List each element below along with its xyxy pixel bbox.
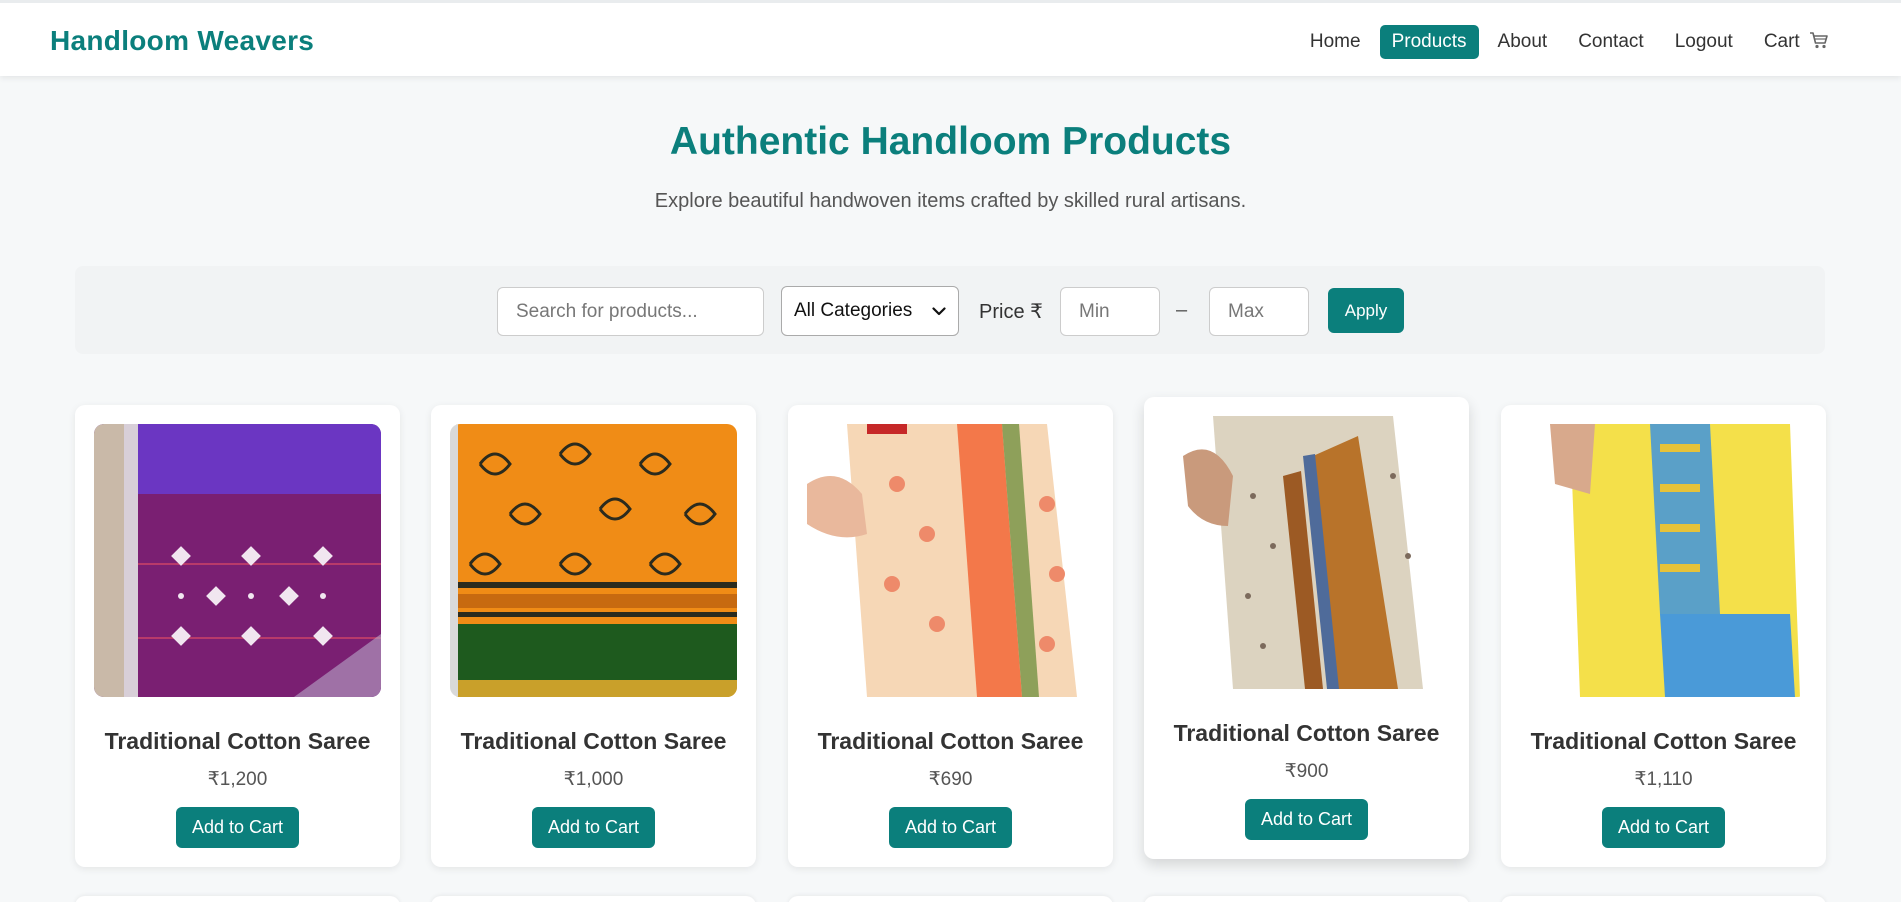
product-price: ₹1,000	[563, 769, 624, 790]
peach-saree-image[interactable]	[807, 424, 1094, 697]
product-name[interactable]: Traditional Cotton Saree	[431, 728, 756, 755]
nav-link-products[interactable]: Products	[1379, 25, 1479, 59]
chevron-down-icon	[932, 306, 946, 315]
beige-saree-image[interactable]	[1163, 416, 1450, 689]
add-to-cart-button[interactable]: Add to Cart	[889, 807, 1012, 848]
product-card: Traditional Cotton Saree ₹1,200 Add to C…	[75, 405, 400, 867]
product-card-partial	[431, 896, 756, 902]
nav-link-about[interactable]: About	[1486, 25, 1560, 59]
product-card-partial	[1501, 896, 1826, 902]
page-title: Authentic Handloom Products	[669, 120, 1232, 163]
product-price: ₹690	[928, 769, 973, 790]
category-selected-value: All Categories	[794, 300, 913, 321]
purple-saree-image[interactable]	[94, 424, 381, 697]
top-navbar: Handloom Weavers Home Products About Con…	[0, 0, 1901, 76]
cart-label: Cart	[1763, 31, 1800, 52]
product-card-partial	[75, 896, 400, 902]
orange-saree-image[interactable]	[450, 424, 737, 697]
product-price: ₹1,110	[1634, 769, 1693, 790]
nav-link-contact[interactable]: Contact	[1566, 25, 1655, 59]
price-min-input[interactable]	[1060, 287, 1160, 336]
product-card: Traditional Cotton Saree ₹1,110 Add to C…	[1501, 405, 1826, 867]
product-name[interactable]: Traditional Cotton Saree	[1501, 728, 1826, 755]
nav-link-cart[interactable]: Cart	[1752, 25, 1841, 59]
product-name[interactable]: Traditional Cotton Saree	[75, 728, 400, 755]
main-nav: Home Products About Contact Logout Cart	[1291, 25, 1841, 59]
shopping-cart-icon	[1810, 32, 1828, 49]
nav-link-logout[interactable]: Logout	[1663, 25, 1745, 59]
add-to-cart-button[interactable]: Add to Cart	[532, 807, 655, 848]
nav-link-home[interactable]: Home	[1298, 25, 1373, 59]
category-select[interactable]: All Categories	[781, 286, 959, 336]
product-card: Traditional Cotton Saree ₹690 Add to Car…	[788, 405, 1113, 867]
product-name[interactable]: Traditional Cotton Saree	[1144, 720, 1469, 747]
page-subtitle: Explore beautiful handwoven items crafte…	[654, 190, 1247, 212]
price-label: Price ₹	[979, 301, 1043, 323]
yellow-saree-image[interactable]	[1520, 424, 1807, 697]
product-price: ₹900	[1284, 761, 1329, 782]
search-input[interactable]	[497, 287, 764, 336]
product-card-partial	[1144, 896, 1469, 902]
product-card: Traditional Cotton Saree ₹1,000 Add to C…	[431, 405, 756, 867]
apply-filter-button[interactable]: Apply	[1328, 288, 1404, 333]
add-to-cart-button[interactable]: Add to Cart	[176, 807, 299, 848]
product-card: Traditional Cotton Saree ₹900 Add to Car…	[1144, 397, 1469, 859]
product-name[interactable]: Traditional Cotton Saree	[788, 728, 1113, 755]
brand-logo[interactable]: Handloom Weavers	[50, 25, 314, 57]
price-max-input[interactable]	[1209, 287, 1309, 336]
add-to-cart-button[interactable]: Add to Cart	[1602, 807, 1725, 848]
product-card-partial	[788, 896, 1113, 902]
add-to-cart-button[interactable]: Add to Cart	[1245, 799, 1368, 840]
product-price: ₹1,200	[207, 769, 268, 790]
price-separator: –	[1176, 299, 1188, 321]
filter-bar: All Categories Price ₹ – Apply	[75, 266, 1825, 354]
